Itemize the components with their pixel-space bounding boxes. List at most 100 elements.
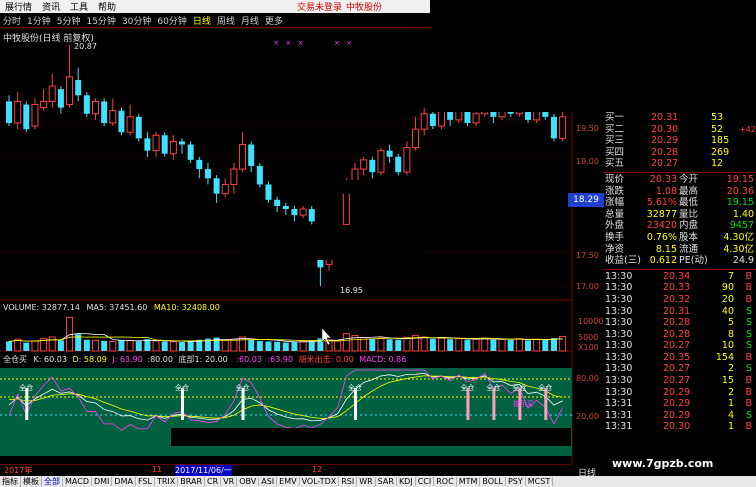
tick-time: 13:30 bbox=[605, 270, 633, 282]
candle-body[interactable] bbox=[57, 89, 64, 108]
candle-body[interactable] bbox=[40, 100, 48, 109]
indicator-tab[interactable]: RSI bbox=[339, 477, 358, 486]
candle-body[interactable] bbox=[161, 135, 168, 154]
candle-body[interactable] bbox=[118, 110, 125, 133]
candle-body[interactable] bbox=[48, 85, 56, 102]
candle-body[interactable] bbox=[412, 128, 420, 149]
candle-body[interactable] bbox=[213, 178, 220, 194]
signal-marker: × bbox=[298, 39, 304, 47]
candle-body[interactable] bbox=[14, 100, 22, 124]
bid-row[interactable]: 买二 20.30 52 +42 bbox=[603, 124, 756, 136]
candle-body[interactable] bbox=[369, 159, 376, 173]
candle-body[interactable] bbox=[403, 147, 411, 173]
candle-body[interactable] bbox=[377, 150, 385, 173]
volume-axis-1: 10000 bbox=[578, 317, 603, 326]
candle-body[interactable] bbox=[438, 110, 445, 127]
candle-body[interactable] bbox=[395, 156, 402, 173]
candle-body[interactable] bbox=[386, 150, 393, 157]
candle-body[interactable] bbox=[135, 116, 142, 139]
candle-body[interactable] bbox=[204, 169, 211, 179]
volume-bar bbox=[334, 340, 342, 352]
indicator-tab[interactable]: BRAR bbox=[178, 477, 206, 486]
candle-body[interactable] bbox=[23, 104, 30, 130]
indicator-tab[interactable]: MCST bbox=[526, 477, 554, 486]
indicator-tab[interactable]: WR bbox=[357, 477, 376, 486]
candle-body[interactable] bbox=[169, 140, 177, 155]
stat-label: 最低 bbox=[679, 197, 699, 209]
bid-label: 买五 bbox=[605, 158, 625, 170]
candle-body[interactable] bbox=[256, 166, 263, 185]
candle-body[interactable] bbox=[31, 104, 39, 127]
bid-row[interactable]: 买一 20.31 53 bbox=[603, 112, 756, 124]
candle-body[interactable] bbox=[429, 113, 436, 127]
candle-body[interactable] bbox=[559, 116, 567, 139]
volume-bar bbox=[265, 341, 272, 351]
candle-body[interactable] bbox=[152, 134, 160, 152]
indicator-tab[interactable]: VOL-TDX bbox=[300, 477, 340, 486]
indicator-tab[interactable]: DMI bbox=[92, 477, 113, 486]
candle-body[interactable] bbox=[144, 138, 151, 151]
tick-side: S bbox=[745, 328, 752, 340]
candle-body[interactable] bbox=[101, 101, 108, 123]
indicator-tab[interactable]: MTM bbox=[457, 477, 481, 486]
volume-bar bbox=[291, 342, 298, 351]
bid-row[interactable]: 买五 20.27 12 bbox=[603, 158, 756, 170]
candle-body[interactable] bbox=[6, 101, 12, 123]
indicator-tab[interactable]: ASI bbox=[259, 477, 278, 486]
candle-body[interactable] bbox=[83, 95, 90, 114]
candle-body[interactable] bbox=[360, 159, 368, 170]
indicator-tab[interactable]: EMV bbox=[277, 477, 300, 486]
volume-bar bbox=[369, 338, 376, 351]
candle-body[interactable] bbox=[179, 141, 185, 145]
bid-row[interactable]: 买三 20.29 185 bbox=[603, 135, 756, 147]
indicator-tab[interactable]: MACD bbox=[63, 477, 92, 486]
indicator-tab[interactable]: CR bbox=[205, 477, 222, 486]
indicator-tab[interactable]: 模板 bbox=[21, 476, 42, 487]
signal-label: 全仓 bbox=[538, 383, 552, 392]
indicator-tab[interactable]: 全部 bbox=[42, 476, 63, 487]
candle-body[interactable] bbox=[66, 76, 74, 106]
candle-body[interactable] bbox=[472, 113, 480, 124]
candle-body[interactable] bbox=[221, 183, 229, 195]
candle-body[interactable] bbox=[308, 209, 315, 222]
indicator-tab[interactable]: 指标 bbox=[0, 476, 21, 487]
bid-label: 买二 bbox=[605, 123, 625, 135]
candle-body[interactable] bbox=[239, 143, 247, 170]
volume-bar bbox=[23, 342, 30, 351]
indicator-tab[interactable]: PSY bbox=[506, 477, 526, 486]
indicator-tab[interactable]: BOLL bbox=[480, 477, 506, 486]
candle-body[interactable] bbox=[533, 110, 541, 121]
stat-label: 股本 bbox=[679, 231, 699, 243]
candle-body[interactable] bbox=[282, 205, 289, 210]
indicator-tab[interactable]: ROC bbox=[434, 477, 457, 486]
candle-body[interactable] bbox=[230, 168, 238, 185]
redacted-box-3 bbox=[171, 428, 571, 446]
stat-value: 32877 bbox=[646, 208, 677, 220]
candle-body[interactable] bbox=[109, 110, 117, 124]
candle-body[interactable] bbox=[299, 208, 307, 216]
indicator-tab[interactable]: VR bbox=[221, 477, 238, 486]
indicator-tab[interactable]: FSL bbox=[136, 477, 155, 486]
candle-body[interactable] bbox=[291, 209, 298, 216]
indicator-tab[interactable]: CCI bbox=[416, 477, 435, 486]
tick-time: 13:30 bbox=[605, 305, 633, 317]
candle-body[interactable] bbox=[92, 100, 99, 115]
candle-body[interactable] bbox=[447, 110, 454, 120]
candle-body[interactable] bbox=[126, 116, 134, 133]
tick-price: 20.30 bbox=[663, 421, 691, 433]
candle-body[interactable] bbox=[550, 116, 557, 139]
candle-body[interactable] bbox=[196, 159, 203, 170]
indicator-tab[interactable]: TRIX bbox=[155, 477, 179, 486]
bid-row[interactable]: 买四 20.28 269 bbox=[603, 147, 756, 159]
volume-bar bbox=[455, 338, 463, 352]
candle-body[interactable] bbox=[75, 79, 82, 96]
candle-body[interactable] bbox=[274, 199, 281, 206]
indicator-tab[interactable]: OBV bbox=[237, 477, 260, 486]
candle-body[interactable] bbox=[248, 144, 255, 166]
indicator-tab[interactable]: KDJ bbox=[397, 477, 416, 486]
indicator-tab[interactable]: SAR bbox=[376, 477, 397, 486]
indicator-tab[interactable]: DMA bbox=[112, 477, 136, 486]
candle-body[interactable] bbox=[187, 144, 194, 160]
candle-body[interactable] bbox=[420, 113, 428, 130]
candle-body[interactable] bbox=[265, 184, 272, 200]
